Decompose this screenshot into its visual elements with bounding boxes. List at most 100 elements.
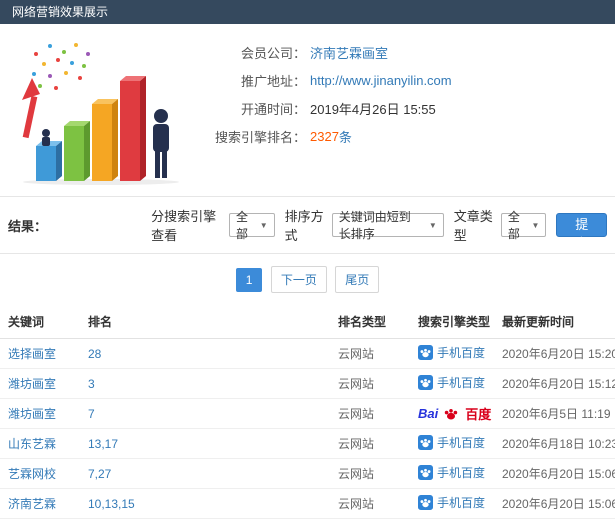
col-keyword: 关键词 bbox=[0, 305, 80, 339]
promo-url-label: 推广地址： bbox=[186, 71, 306, 90]
bar-green bbox=[64, 121, 90, 181]
baidu-paw-icon bbox=[443, 406, 459, 422]
rank-type: 云网站 bbox=[330, 369, 412, 399]
mobile-baidu-icon bbox=[418, 435, 433, 450]
table-header-row: 关键词 排名 排名类型 搜索引擎类型 最新更新时间 bbox=[0, 305, 615, 339]
article-type-select[interactable]: 全部 ▼ bbox=[501, 213, 547, 237]
page-button-current[interactable]: 1 bbox=[236, 268, 263, 292]
table-row: 山东艺霖 13,17 云网站 手机百度 2020年6月18日 10:23 bbox=[0, 429, 615, 459]
col-engine-type: 搜索引擎类型 bbox=[412, 305, 494, 339]
result-label: 结果： bbox=[8, 216, 151, 235]
engine-filter-label: 分搜索引擎查看 bbox=[151, 206, 223, 244]
rank-link[interactable]: 28 bbox=[88, 347, 101, 361]
open-time-value: 2019年4月26日 15:55 bbox=[310, 99, 436, 118]
keyword-link[interactable]: 选择画室 bbox=[8, 347, 56, 361]
mobile-baidu-icon bbox=[418, 345, 433, 360]
last-page-button[interactable]: 尾页 bbox=[335, 266, 379, 293]
table-row: 潍坊画室 7 云网站 Bai 百度 2020年6月5日 11:19 bbox=[0, 399, 615, 429]
table-row: 济南艺霖 10,13,15 云网站 手机百度 2020年6月20日 15:06 bbox=[0, 489, 615, 519]
small-person-figure bbox=[42, 129, 50, 146]
bar-orange bbox=[92, 99, 118, 181]
engine-link[interactable]: 手机百度 bbox=[418, 464, 485, 481]
table-row: 艺霖网校 7,27 云网站 手机百度 2020年6月20日 15:06 bbox=[0, 459, 615, 489]
rank-link[interactable]: 10,13,15 bbox=[88, 497, 135, 511]
open-time-label: 开通时间： bbox=[186, 99, 306, 118]
update-time: 2020年6月18日 10:23 bbox=[494, 429, 615, 459]
keyword-link[interactable]: 山东艺霖 bbox=[8, 437, 56, 451]
table-row: 潍坊画室 3 云网站 手机百度 2020年6月20日 15:12 bbox=[0, 369, 615, 399]
engine-rank-unit: 条 bbox=[339, 127, 352, 146]
col-rank-type: 排名类型 bbox=[330, 305, 412, 339]
submit-button[interactable]: 提交 bbox=[556, 213, 607, 237]
rank-link[interactable]: 13,17 bbox=[88, 437, 118, 451]
engine-link[interactable]: 手机百度 bbox=[418, 374, 485, 391]
account-info-form: 会员公司： 济南艺霖画室 推广地址： http://www.jinanyilin… bbox=[186, 36, 452, 186]
up-arrow bbox=[22, 78, 40, 138]
chevron-down-icon: ▼ bbox=[532, 221, 540, 230]
promo-url-link[interactable]: http://www.jinanyilin.com bbox=[310, 73, 452, 88]
rank-link[interactable]: 7,27 bbox=[88, 467, 111, 481]
keyword-link[interactable]: 潍坊画室 bbox=[8, 377, 56, 391]
page: 网络营销效果展示 bbox=[0, 0, 615, 520]
mobile-baidu-icon bbox=[418, 465, 433, 480]
engine-label: 手机百度 bbox=[437, 434, 485, 451]
mobile-baidu-icon bbox=[418, 375, 433, 390]
keyword-link[interactable]: 济南艺霖 bbox=[8, 497, 56, 511]
update-time: 2020年6月20日 15:06 bbox=[494, 459, 615, 489]
title-bar: 网络营销效果展示 bbox=[0, 0, 615, 24]
sort-select[interactable]: 关键词由短到长排序 ▼ bbox=[332, 213, 444, 237]
confetti-dots bbox=[32, 43, 90, 90]
col-rank: 排名 bbox=[80, 305, 330, 339]
engine-filter-value: 全部 bbox=[236, 208, 252, 242]
filter-bar: 结果： 分搜索引擎查看 全部 ▼ 排序方式 关键词由短到长排序 ▼ 文章类型 全… bbox=[0, 197, 615, 253]
engine-link[interactable]: 手机百度 bbox=[418, 494, 485, 511]
businessman-figure bbox=[153, 109, 169, 178]
engine-rank-label: 搜索引擎排名： bbox=[186, 127, 306, 146]
baidu-logo-link[interactable]: Bai 百度 bbox=[418, 404, 491, 423]
rank-type: 云网站 bbox=[330, 489, 412, 519]
results-table: 关键词 排名 排名类型 搜索引擎类型 最新更新时间 选择画室 28 云网站 手机… bbox=[0, 305, 615, 520]
engine-rank-row: 搜索引擎排名： 2327 条 bbox=[186, 122, 452, 150]
pagination: 1 下一页 尾页 bbox=[0, 254, 615, 305]
bar-chart-illustration bbox=[6, 36, 186, 186]
engine-label: 手机百度 bbox=[437, 374, 485, 391]
account-info-section: 会员公司： 济南艺霖画室 推广地址： http://www.jinanyilin… bbox=[0, 24, 615, 196]
baidu-logo-cn: 百度 bbox=[465, 404, 491, 423]
article-type-value: 全部 bbox=[508, 208, 524, 242]
company-link[interactable]: 济南艺霖画室 bbox=[310, 43, 388, 62]
update-time: 2020年6月20日 15:20 bbox=[494, 339, 615, 369]
keyword-link[interactable]: 艺霖网校 bbox=[8, 467, 56, 481]
engine-label: 手机百度 bbox=[437, 494, 485, 511]
bar-blue bbox=[36, 141, 62, 181]
update-time: 2020年6月20日 15:12 bbox=[494, 369, 615, 399]
sort-label: 排序方式 bbox=[285, 206, 326, 244]
mobile-baidu-icon bbox=[418, 495, 433, 510]
engine-label: 手机百度 bbox=[437, 464, 485, 481]
baidu-logo-latin: Bai bbox=[418, 406, 438, 421]
col-update-time: 最新更新时间 bbox=[494, 305, 615, 339]
engine-rank-count: 2327 bbox=[310, 129, 339, 144]
engine-link[interactable]: 手机百度 bbox=[418, 434, 485, 451]
open-time-row: 开通时间： 2019年4月26日 15:55 bbox=[186, 94, 452, 122]
article-type-label: 文章类型 bbox=[454, 206, 495, 244]
rank-type: 云网站 bbox=[330, 339, 412, 369]
engine-label: 手机百度 bbox=[437, 344, 485, 361]
update-time: 2020年6月5日 11:19 bbox=[494, 399, 615, 429]
promo-url-row: 推广地址： http://www.jinanyilin.com bbox=[186, 66, 452, 94]
company-row: 会员公司： 济南艺霖画室 bbox=[186, 38, 452, 66]
chevron-down-icon: ▼ bbox=[260, 221, 268, 230]
update-time: 2020年6月20日 15:06 bbox=[494, 489, 615, 519]
table-row: 选择画室 28 云网站 手机百度 2020年6月20日 15:20 bbox=[0, 339, 615, 369]
rank-link[interactable]: 3 bbox=[88, 377, 95, 391]
company-label: 会员公司： bbox=[186, 43, 306, 62]
rank-type: 云网站 bbox=[330, 399, 412, 429]
rank-link[interactable]: 7 bbox=[88, 407, 95, 421]
engine-link[interactable]: 手机百度 bbox=[418, 344, 485, 361]
page-title: 网络营销效果展示 bbox=[12, 5, 108, 19]
engine-filter-select[interactable]: 全部 ▼ bbox=[229, 213, 275, 237]
next-page-button[interactable]: 下一页 bbox=[271, 266, 327, 293]
keyword-link[interactable]: 潍坊画室 bbox=[8, 407, 56, 421]
rank-type: 云网站 bbox=[330, 459, 412, 489]
chevron-down-icon: ▼ bbox=[429, 221, 437, 230]
bar-red bbox=[120, 76, 146, 181]
